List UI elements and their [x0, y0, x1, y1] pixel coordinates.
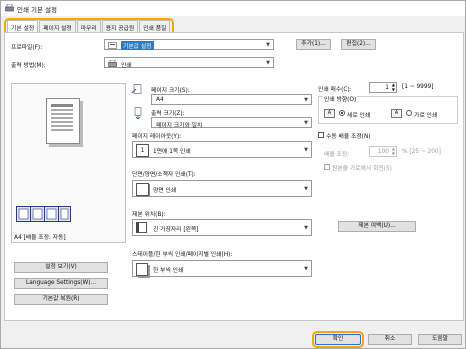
copies-range: [1 ~ 9999] — [402, 84, 434, 90]
profile-icon — [108, 42, 117, 49]
chevron-down-icon: ▼ — [304, 97, 308, 103]
binding-margin-button[interactable]: 제본 여백(U)... — [338, 221, 416, 232]
scaling-label: 배율 조정: — [324, 152, 350, 158]
page-layout-select[interactable]: 1 1면에 1쪽 인쇄 ▼ — [132, 141, 312, 158]
output-size-label: 출력 크기(Z): — [151, 111, 185, 117]
chevron-down-icon: ▼ — [304, 225, 308, 231]
title-bar: 인쇄 기본 설정 — [1, 1, 465, 16]
landscape-label: 가로 인쇄 — [414, 113, 438, 119]
rotate-original-checkbox[interactable] — [324, 164, 330, 170]
collate-icon — [136, 263, 148, 276]
manual-scaling-checkbox[interactable] — [318, 132, 324, 138]
restore-defaults-button[interactable]: 기본값 복원(R) — [14, 294, 108, 305]
chevron-down-icon: ▼ — [266, 42, 270, 48]
text-line-graphic — [51, 109, 73, 111]
duplex-label: 단면/양면/소책자 인쇄(T): — [132, 172, 196, 178]
tab-panel: 프로파일(F): 기본값 설정 ▼ 추가(1)... 편집(2)... 출력 방… — [4, 32, 464, 321]
text-line-graphic — [51, 129, 73, 131]
chevron-down-icon: ▼ — [304, 120, 308, 126]
text-line-graphic — [51, 113, 73, 115]
text-line-graphic — [51, 104, 73, 107]
output-mode-icons — [16, 206, 71, 222]
help-button[interactable]: 도움말 — [418, 334, 462, 345]
output-method-select[interactable]: 인쇄 ▼ — [104, 57, 274, 69]
copies-input[interactable]: 1 ▲ ▼ — [369, 82, 397, 93]
printer-icon — [5, 4, 14, 12]
orientation-label: 인쇄 방향(O) — [323, 94, 358, 103]
landscape-radio[interactable] — [406, 110, 412, 116]
profile-select[interactable]: 기본값 설정 ▼ — [104, 39, 274, 50]
duplex-icon — [136, 183, 149, 196]
collate-select[interactable]: 한 부씩 인쇄 ▼ — [132, 260, 312, 277]
ok-button[interactable]: 확인 — [312, 331, 364, 348]
chevron-down-icon: ▼ — [266, 60, 270, 66]
text-line-graphic — [51, 117, 73, 119]
print-preview: A4 [배율 조정: 자동] — [11, 83, 126, 243]
cancel-button[interactable]: 취소 — [368, 334, 412, 345]
manual-scaling-label: 수동 배율 조정(N) — [326, 134, 371, 140]
page-size-label: 페이지 크기(S): — [151, 88, 190, 94]
output-size-select[interactable]: 페이지 크기와 일치 ▼ — [151, 117, 312, 129]
text-line-graphic — [51, 125, 73, 127]
scaling-range: % [25 ~ 200] — [402, 149, 441, 155]
binding-location-label: 제본 위치(B): — [132, 212, 166, 218]
edit-profile-button[interactable]: 편집(2)... — [341, 39, 376, 50]
page-layout-label: 페이지 레이아웃(Y): — [132, 134, 182, 140]
spinner-arrows-icon[interactable]: ▲ ▼ — [392, 146, 395, 156]
portrait-label: 세로 인쇄 — [347, 113, 371, 119]
preview-caption: A4 [배율 조정: 자동] — [14, 235, 66, 241]
chevron-down-icon: ▼ — [304, 266, 308, 272]
page-size-select[interactable]: A4 ▼ — [151, 94, 312, 105]
printer-icon — [108, 60, 117, 67]
output-method-label: 출력 방법(M): — [11, 63, 46, 69]
portrait-icon: A — [324, 109, 335, 118]
print-preferences-window: 인쇄 기본 설정 기본 설정 페이지 설정 마무리 용지 공급원 인쇄 품질 프… — [0, 0, 466, 349]
rotate-original-label: 원본을 가로에서 회전(5) — [332, 166, 392, 172]
page-thumbnail — [46, 98, 80, 144]
output-size-icon — [134, 107, 142, 119]
view-settings-button[interactable]: 설정 보기(V) — [14, 262, 108, 273]
layout-1up-icon: 1 — [136, 144, 149, 157]
language-settings-button[interactable]: Language Settings(W)... — [14, 278, 108, 289]
profile-label: 프로파일(F): — [11, 45, 43, 51]
page-size-icon — [132, 84, 142, 94]
binding-location-select[interactable]: 긴 가장자리 [왼쪽] ▼ — [132, 219, 312, 236]
landscape-icon: A — [391, 109, 402, 118]
duplex-select[interactable]: 양면 인쇄 ▼ — [132, 180, 312, 197]
portrait-radio[interactable] — [339, 110, 345, 116]
binding-left-icon — [136, 222, 147, 233]
text-line-graphic — [51, 121, 73, 123]
window-title: 인쇄 기본 설정 — [17, 6, 58, 14]
chevron-down-icon: ▼ — [304, 186, 308, 192]
scaling-input[interactable]: 100 ▲ ▼ — [369, 146, 397, 157]
spinner-arrows-icon[interactable]: ▲ ▼ — [392, 82, 395, 92]
copies-label: 인쇄 매수(C): — [318, 87, 352, 93]
add-profile-button[interactable]: 추가(1)... — [296, 39, 331, 50]
collate-label: 스테이플/한 부씩 인쇄/페이지별 인쇄(H): — [132, 252, 233, 258]
chevron-down-icon: ▼ — [304, 147, 308, 153]
